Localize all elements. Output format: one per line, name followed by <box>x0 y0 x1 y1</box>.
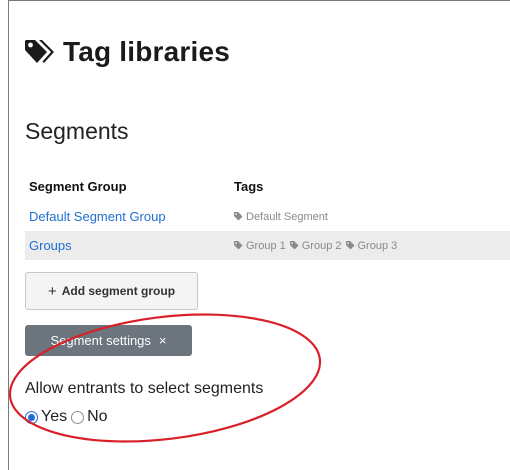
segment-group-link[interactable]: Groups <box>29 238 72 253</box>
segments-table: Segment Group Tags Default Segment Group… <box>25 170 510 260</box>
page-title-text: Tag libraries <box>63 36 231 67</box>
tag-item: Group 2 <box>289 240 342 252</box>
tag-icon <box>234 241 243 250</box>
tag-icon <box>345 241 355 250</box>
column-header-tags: Tags <box>234 178 264 194</box>
add-segment-group-label: Add segment group <box>61 284 176 298</box>
tags-icon <box>25 39 55 65</box>
radio-no-label[interactable]: No <box>87 408 107 426</box>
radio-yes[interactable] <box>25 410 38 424</box>
segment-settings-label: Segment settings <box>50 333 151 348</box>
tag-list: Default Segment <box>234 211 510 223</box>
radio-yes-label[interactable]: Yes <box>41 408 67 426</box>
column-header-segment-group: Segment Group <box>29 178 127 194</box>
segment-group-link[interactable]: Default Segment Group <box>29 209 166 224</box>
page-title: Tag libraries <box>25 36 230 68</box>
add-segment-group-button[interactable]: + Add segment group <box>25 272 198 310</box>
tag-item: Default Segment <box>234 211 328 223</box>
plus-icon: + <box>47 282 57 300</box>
allow-segments-radio-group: Yes No <box>25 408 108 426</box>
table-row: Default Segment Group Default Segment <box>25 202 510 231</box>
section-title: Segments <box>25 118 129 144</box>
allow-segments-label: Allow entrants to select segments <box>25 380 264 397</box>
segment-settings-button[interactable]: Segment settings × <box>25 325 192 356</box>
table-row: Groups Group 1 Group 2 Group 3 <box>25 231 510 260</box>
tag-icon <box>289 241 299 250</box>
close-icon[interactable]: × <box>159 333 167 348</box>
radio-no[interactable] <box>71 410 85 424</box>
tag-item: Group 1 <box>234 240 286 252</box>
tag-list: Group 1 Group 2 Group 3 <box>234 240 510 252</box>
table-header-row: Segment Group Tags <box>25 170 510 202</box>
tag-icon <box>234 212 243 221</box>
tag-item: Group 3 <box>345 240 397 252</box>
